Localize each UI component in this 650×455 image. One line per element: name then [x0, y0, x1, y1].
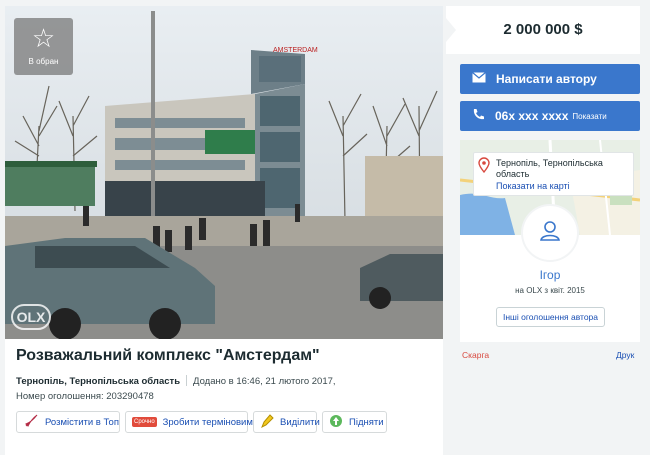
print-link[interactable]: Друк: [616, 350, 634, 360]
phone-number: 06x xxx xxxx: [495, 109, 569, 123]
phone-icon: [472, 108, 485, 124]
listing-ad-number: Номер оголошення: 203290478: [16, 391, 154, 402]
bump-up-button[interactable]: Підняти: [322, 411, 387, 433]
seller-card: Тернопіль, Тернопільська область Показат…: [460, 140, 640, 342]
svg-text:AMSTERDAM: AMSTERDAM: [273, 47, 318, 54]
up-arrow-icon: [329, 414, 343, 431]
marker-icon: [260, 413, 274, 432]
listing-title: Розважальний комплекс "Амстердам": [16, 347, 320, 364]
favorite-label: В обран: [28, 57, 59, 66]
listing-added-date: Додано в 16:46, 21 лютого 2017,: [193, 376, 336, 387]
listing-location: Тернопіль, Тернопільська область: [16, 376, 181, 387]
message-author-label: Написати автору: [496, 72, 597, 86]
rocket-icon: [23, 413, 39, 432]
promote-top-button[interactable]: Розмістити в Топ: [16, 411, 120, 433]
show-phone-button[interactable]: 06x xxx xxxx Показати: [460, 101, 640, 131]
urgent-badge-icon: Срочно: [132, 417, 157, 427]
price-box: 2 000 000 $: [446, 6, 640, 54]
olx-watermark: OLX: [11, 304, 51, 330]
location-popup: Тернопіль, Тернопільська область Показат…: [473, 152, 634, 196]
favorite-button[interactable]: ☆ В обран: [14, 18, 73, 75]
user-icon: [539, 220, 561, 247]
make-urgent-label: Зробити терміновим: [162, 416, 253, 428]
seller-name[interactable]: Ігор: [460, 268, 640, 282]
listing-card: AMSTERDAM ☆ В обран OLX Розважальний ком…: [5, 6, 443, 455]
make-urgent-button[interactable]: Срочно Зробити терміновим: [125, 411, 253, 433]
show-on-map-link[interactable]: Показати на карті: [496, 181, 570, 192]
message-author-button[interactable]: Написати автору: [460, 64, 640, 94]
price: 2 000 000 $: [503, 21, 583, 38]
map-pin-icon: [478, 157, 490, 176]
complain-link[interactable]: Скарга: [462, 350, 489, 360]
avatar: [523, 206, 577, 260]
listing-photo[interactable]: AMSTERDAM ☆ В обран OLX: [5, 6, 443, 339]
seller-since: на OLX з квіт. 2015: [515, 286, 585, 295]
envelope-icon: [472, 72, 486, 86]
listing-meta: Тернопіль, Тернопільська область Додано в…: [16, 374, 336, 404]
highlight-button[interactable]: Виділити: [253, 411, 320, 433]
seller-location: Тернопіль, Тернопільська область: [496, 158, 603, 179]
highlight-label: Виділити: [280, 416, 320, 428]
star-icon: ☆: [31, 24, 56, 54]
divider: [186, 375, 188, 386]
bump-up-label: Підняти: [349, 416, 384, 428]
show-phone-label: Показати: [572, 111, 607, 121]
promote-top-label: Розмістити в Топ: [45, 416, 119, 428]
other-ads-button[interactable]: Інші оголошення автора: [496, 307, 605, 327]
